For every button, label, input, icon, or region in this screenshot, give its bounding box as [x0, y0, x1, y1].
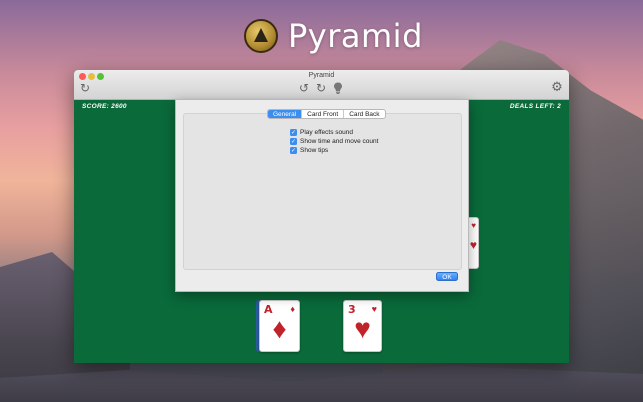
- playable-card[interactable]: 3 ♥ ♥: [343, 300, 382, 352]
- pyramid-logo-icon: [244, 19, 278, 53]
- app-title: Pyramid: [288, 17, 423, 55]
- app-header: Pyramid: [244, 16, 423, 56]
- ok-button[interactable]: OK: [436, 272, 458, 281]
- lightbulb-icon: [334, 82, 342, 94]
- waste-card[interactable]: A ♦ ♦: [259, 300, 300, 352]
- diamond-icon: ♦: [290, 304, 295, 314]
- option-play-sound[interactable]: ✓ Play effects sound: [290, 129, 353, 136]
- heart-icon: ♥: [469, 238, 477, 252]
- heart-icon: ♥: [354, 313, 371, 344]
- window-titlebar: Pyramid ↻ ↺ ↻ ⚙: [74, 70, 569, 100]
- option-label: Show tips: [300, 147, 329, 154]
- checkbox-show-tips[interactable]: ✓: [290, 147, 297, 154]
- undo-icon[interactable]: ↺: [298, 82, 310, 94]
- option-show-time[interactable]: ✓ Show time and move count: [290, 138, 378, 145]
- tab-general[interactable]: General: [268, 110, 303, 118]
- window-title: Pyramid: [308, 72, 335, 79]
- checkbox-show-time[interactable]: ✓: [290, 138, 297, 145]
- option-show-tips[interactable]: ✓ Show tips: [290, 147, 328, 154]
- option-label: Play effects sound: [300, 129, 353, 136]
- checkbox-play-sound[interactable]: ✓: [290, 129, 297, 136]
- preferences-panel: [183, 113, 462, 270]
- tab-card-front[interactable]: Card Front: [302, 110, 345, 118]
- gear-icon[interactable]: ⚙: [551, 81, 563, 94]
- preferences-tabs: General Card Front Card Back: [267, 109, 386, 119]
- heart-icon: ♥: [371, 304, 377, 314]
- heart-icon: ♥: [471, 221, 476, 230]
- preferences-sheet: General Card Front Card Back ✓ Play effe…: [175, 99, 469, 292]
- option-label: Show time and move count: [300, 138, 379, 145]
- redo-icon[interactable]: ↻: [315, 82, 327, 94]
- diamond-icon: ♦: [272, 313, 287, 344]
- new-game-icon[interactable]: ↻: [79, 82, 91, 94]
- score-label: SCORE: 2600: [82, 103, 127, 110]
- tab-card-back[interactable]: Card Back: [344, 110, 384, 118]
- deals-left-label: DEALS LEFT: 2: [509, 103, 561, 110]
- hint-icon[interactable]: [332, 82, 344, 94]
